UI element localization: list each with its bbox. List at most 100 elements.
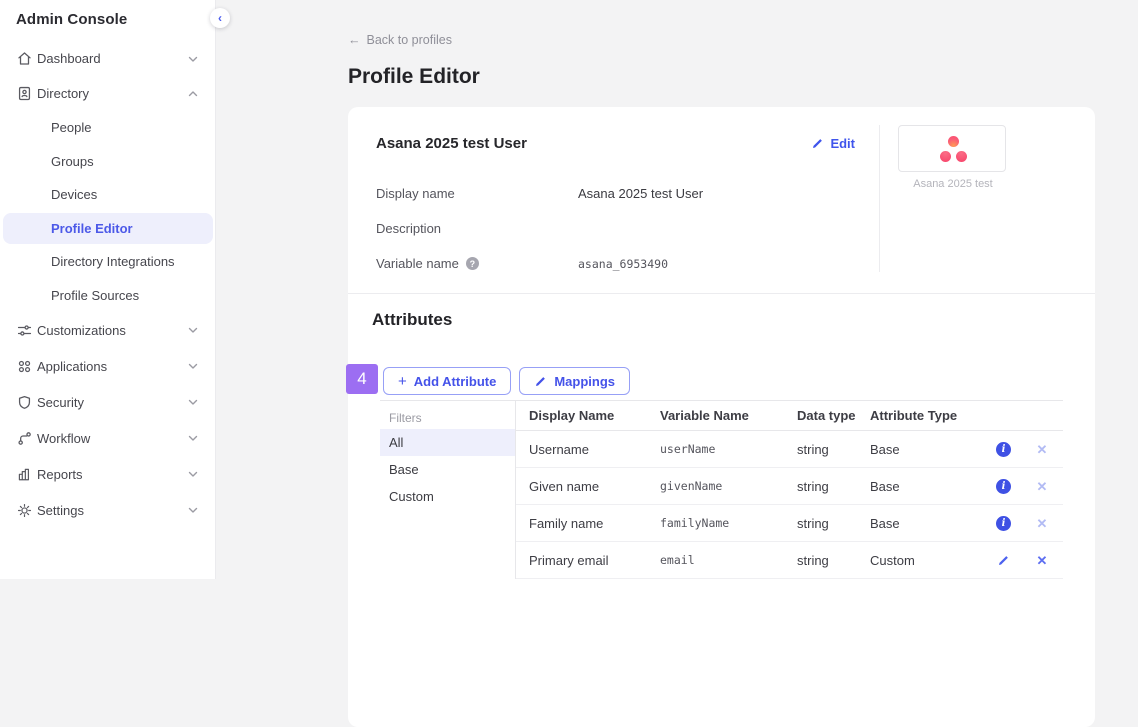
remove-icon[interactable]: ✕ bbox=[1037, 517, 1048, 530]
edit-profile-button[interactable]: Edit bbox=[811, 136, 855, 151]
table-row: Given name givenName string Base i ✕ bbox=[516, 468, 1063, 505]
chevron-up-icon bbox=[187, 88, 199, 100]
info-icon[interactable]: i bbox=[996, 479, 1011, 494]
chevron-down-icon bbox=[187, 53, 199, 65]
chevron-down-icon bbox=[187, 360, 199, 372]
asana-logo bbox=[898, 125, 1006, 172]
workflow-icon bbox=[15, 429, 33, 447]
sidebar-item-label: Customizations bbox=[37, 323, 187, 338]
sidebar-item-devices[interactable]: Devices bbox=[0, 178, 215, 212]
cell-attribute-type: Base bbox=[870, 516, 985, 531]
table-row: Family name familyName string Base i ✕ bbox=[516, 505, 1063, 542]
field-label: Variable name bbox=[376, 256, 459, 271]
info-icon[interactable]: i bbox=[996, 516, 1011, 531]
plus-icon: + bbox=[398, 374, 407, 389]
info-icon[interactable]: i bbox=[996, 442, 1011, 457]
remove-icon[interactable]: ✕ bbox=[1037, 480, 1048, 493]
sidebar-item-groups[interactable]: Groups bbox=[0, 145, 215, 179]
sidebar-item-reports[interactable]: Reports bbox=[0, 456, 215, 492]
asana-logo-dot bbox=[940, 151, 951, 162]
mappings-button[interactable]: Mappings bbox=[519, 367, 630, 395]
column-header-display-name: Display Name bbox=[529, 408, 660, 423]
back-link-label: Back to profiles bbox=[367, 32, 452, 48]
profile-logo-panel: Asana 2025 test bbox=[879, 125, 1095, 272]
back-to-profiles-link[interactable]: ← Back to profiles bbox=[348, 32, 452, 48]
sidebar-item-label: Directory Integrations bbox=[51, 254, 175, 269]
chevron-left-icon: ‹ bbox=[218, 12, 222, 24]
mappings-label: Mappings bbox=[554, 374, 615, 389]
sidebar-item-applications[interactable]: Applications bbox=[0, 348, 215, 384]
cell-display-name: Family name bbox=[529, 516, 660, 531]
cell-attribute-type: Custom bbox=[870, 553, 985, 568]
directory-submenu: People Groups Devices Profile Editor Dir… bbox=[0, 111, 215, 312]
asana-logo-dot bbox=[948, 136, 959, 147]
field-label: Display name bbox=[376, 186, 578, 201]
table-row: Primary email email string Custom ✕ bbox=[516, 542, 1063, 579]
cell-data-type: string bbox=[797, 553, 870, 568]
chevron-down-icon bbox=[187, 504, 199, 516]
sidebar-item-profile-editor[interactable]: Profile Editor bbox=[3, 213, 213, 245]
id-card-icon bbox=[15, 85, 33, 103]
edit-label: Edit bbox=[830, 136, 855, 151]
gear-icon bbox=[15, 501, 33, 519]
remove-icon[interactable]: ✕ bbox=[1037, 554, 1048, 567]
table-row: Username userName string Base i ✕ bbox=[516, 431, 1063, 468]
attributes-table-block: Filters All Base Custom Display Name Var… bbox=[380, 400, 1063, 579]
column-header-variable-name: Variable Name bbox=[660, 408, 797, 423]
sidebar-item-dashboard[interactable]: Dashboard bbox=[0, 41, 215, 76]
cell-data-type: string bbox=[797, 479, 870, 494]
cell-display-name: Given name bbox=[529, 479, 660, 494]
sidebar-item-label: Dashboard bbox=[37, 51, 187, 66]
logo-caption: Asana 2025 test bbox=[898, 178, 1008, 190]
sidebar-item-label: Profile Editor bbox=[51, 221, 133, 236]
pencil-icon bbox=[534, 375, 547, 388]
grid-icon bbox=[15, 357, 33, 375]
sidebar-item-directory[interactable]: Directory bbox=[0, 76, 215, 111]
sidebar-item-label: Profile Sources bbox=[51, 288, 139, 303]
cell-variable-name: email bbox=[660, 553, 797, 567]
edit-icon[interactable] bbox=[997, 554, 1010, 567]
sidebar-item-label: Settings bbox=[37, 503, 187, 518]
column-header-attribute-type: Attribute Type bbox=[870, 408, 985, 423]
sidebar-item-customizations[interactable]: Customizations bbox=[0, 312, 215, 348]
sidebar-nav: Dashboard Directory People Groups Device… bbox=[0, 41, 215, 528]
pencil-icon bbox=[811, 137, 824, 150]
profile-summary: Asana 2025 test User Edit Display name A… bbox=[348, 107, 1095, 293]
sidebar-item-settings[interactable]: Settings bbox=[0, 492, 215, 528]
sidebar: Admin Console Dashboard Directory People… bbox=[0, 0, 216, 579]
sidebar-collapse-button[interactable]: ‹ bbox=[210, 8, 230, 28]
main-area: ← Back to profiles Profile Editor Asana … bbox=[216, 0, 1138, 579]
bar-chart-icon bbox=[15, 465, 33, 483]
sliders-icon bbox=[15, 321, 33, 339]
remove-icon[interactable]: ✕ bbox=[1037, 443, 1048, 456]
chevron-down-icon bbox=[187, 432, 199, 444]
profile-card: Asana 2025 test User Edit Display name A… bbox=[348, 107, 1095, 727]
app-title: Admin Console bbox=[0, 0, 215, 28]
cell-data-type: string bbox=[797, 516, 870, 531]
cell-variable-name: givenName bbox=[660, 479, 797, 493]
home-icon bbox=[15, 50, 33, 68]
cell-variable-name: familyName bbox=[660, 516, 797, 530]
asana-logo-dot bbox=[956, 151, 967, 162]
chevron-down-icon bbox=[187, 396, 199, 408]
sidebar-item-directory-integrations[interactable]: Directory Integrations bbox=[0, 245, 215, 279]
sidebar-item-workflow[interactable]: Workflow bbox=[0, 420, 215, 456]
filter-custom[interactable]: Custom bbox=[380, 483, 515, 510]
filter-base[interactable]: Base bbox=[380, 456, 515, 483]
sidebar-item-profile-sources[interactable]: Profile Sources bbox=[0, 279, 215, 313]
sidebar-item-label: Security bbox=[37, 395, 187, 410]
field-description: Description bbox=[376, 211, 855, 246]
filter-all[interactable]: All bbox=[380, 429, 515, 456]
sidebar-item-people[interactable]: People bbox=[0, 111, 215, 145]
sidebar-item-label: People bbox=[51, 120, 91, 135]
annotation-marker-badge: 4 bbox=[346, 364, 378, 394]
add-attribute-button[interactable]: + Add Attribute bbox=[383, 367, 511, 395]
help-icon[interactable]: ? bbox=[466, 257, 479, 270]
chevron-down-icon bbox=[187, 324, 199, 336]
filters-panel: Filters All Base Custom bbox=[380, 401, 516, 579]
chevron-down-icon bbox=[187, 468, 199, 480]
sidebar-item-label: Applications bbox=[37, 359, 187, 374]
cell-display-name: Username bbox=[529, 442, 660, 457]
sidebar-item-security[interactable]: Security bbox=[0, 384, 215, 420]
add-attribute-label: Add Attribute bbox=[414, 374, 497, 389]
